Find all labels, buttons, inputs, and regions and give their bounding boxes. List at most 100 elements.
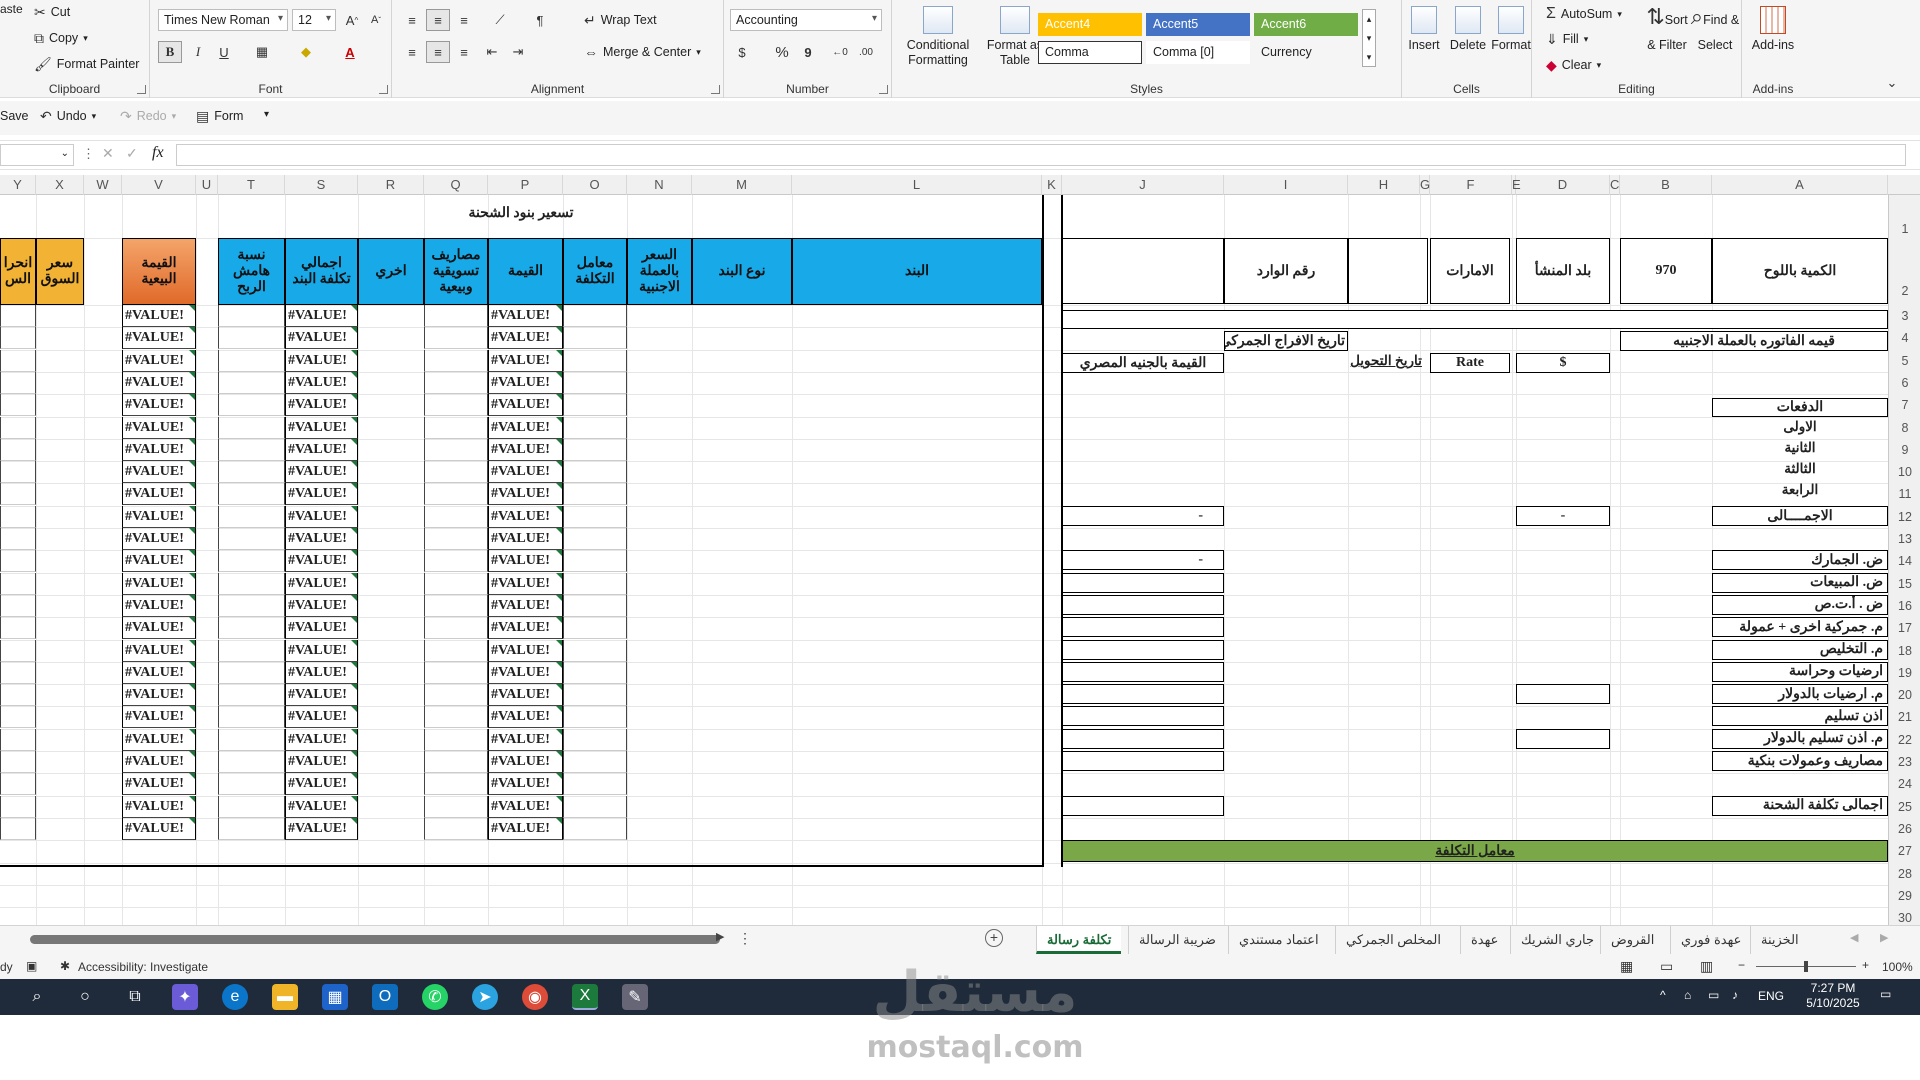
font-name-select[interactable]: Times New Roman xyxy=(158,9,288,31)
value-cell-v12[interactable]: #VALUE! xyxy=(122,505,196,528)
table-cell-t24[interactable] xyxy=(218,773,285,796)
value-cell-v13[interactable]: #VALUE! xyxy=(122,528,196,550)
tab-scroll-left-icon[interactable]: ◀ xyxy=(1850,931,1858,944)
column-header-l[interactable]: L xyxy=(792,175,1042,195)
value-cell-s17[interactable]: #VALUE! xyxy=(285,617,358,640)
cost-value-storage_usd[interactable] xyxy=(1062,684,1224,705)
table-cell-q24[interactable] xyxy=(424,773,488,796)
table-cell-o22[interactable] xyxy=(563,728,627,751)
cost-value-storage[interactable] xyxy=(1062,661,1224,682)
value-cell-s5[interactable]: #VALUE! xyxy=(285,349,358,372)
normal-view-icon[interactable]: ▦ xyxy=(1620,958,1633,975)
value-cell-p21[interactable]: #VALUE! xyxy=(488,706,563,729)
row-header-27[interactable]: 27 xyxy=(1889,840,1920,862)
format-painter-button[interactable]: 🖌 Format Painter xyxy=(34,57,139,71)
column-header-u[interactable]: U xyxy=(196,175,218,195)
paint-icon[interactable]: ✎ xyxy=(622,984,648,1010)
customize-qat-icon[interactable]: ▾ xyxy=(264,109,269,120)
scroll-right-icon[interactable]: ▶ xyxy=(716,930,724,943)
table-cell-o13[interactable] xyxy=(563,528,627,550)
zoom-in-icon[interactable]: + xyxy=(1862,958,1869,972)
table-cell-y23[interactable] xyxy=(0,751,36,773)
value-cell-v20[interactable]: #VALUE! xyxy=(122,684,196,707)
align-left-icon[interactable]: ≡ xyxy=(400,41,424,63)
value-cell-v10[interactable]: #VALUE! xyxy=(122,461,196,484)
cost-value-delivery[interactable] xyxy=(1062,706,1224,727)
cut-button[interactable]: ✂ Cut xyxy=(34,5,70,19)
value-cell-v23[interactable]: #VALUE! xyxy=(122,751,196,773)
value-cell-p26[interactable]: #VALUE! xyxy=(488,817,563,840)
cancel-icon[interactable]: ✕ xyxy=(102,145,114,162)
row-header-25[interactable]: 25 xyxy=(1889,796,1920,818)
value-cell-v15[interactable]: #VALUE! xyxy=(122,572,196,595)
table-cell-y19[interactable] xyxy=(0,661,36,684)
undo-button[interactable]: ↶ Undo ▾ xyxy=(40,109,96,123)
column-header-b[interactable]: B xyxy=(1620,175,1712,195)
fill-button[interactable]: ⇓ Fill ▾ xyxy=(1546,32,1588,46)
row-header-13[interactable]: 13 xyxy=(1889,528,1920,550)
value-cell-p22[interactable]: #VALUE! xyxy=(488,728,563,751)
sheet-tab-6[interactable]: اعتماد مستندي xyxy=(1228,926,1329,954)
table-cell-t26[interactable] xyxy=(218,817,285,840)
percent-format-button[interactable]: % xyxy=(770,41,794,63)
table-cell-q3[interactable] xyxy=(424,305,488,327)
value-cell-p20[interactable]: #VALUE! xyxy=(488,684,563,707)
table-cell-o8[interactable] xyxy=(563,416,627,439)
column-header-q[interactable]: Q xyxy=(424,175,488,195)
table-cell-y9[interactable] xyxy=(0,438,36,461)
align-bottom-icon[interactable]: ≡ xyxy=(452,9,476,31)
table-cell-q7[interactable] xyxy=(424,394,488,417)
orientation-icon[interactable]: ⟋ xyxy=(488,9,512,31)
table-cell-t20[interactable] xyxy=(218,684,285,707)
column-header-c[interactable]: C xyxy=(1610,175,1620,195)
row-header-21[interactable]: 21 xyxy=(1889,706,1920,728)
edge-icon[interactable]: e xyxy=(222,984,248,1010)
table-cell-o16[interactable] xyxy=(563,594,627,617)
column-header-t[interactable]: T xyxy=(218,175,285,195)
table-cell-o12[interactable] xyxy=(563,505,627,528)
value-cell-p12[interactable]: #VALUE! xyxy=(488,505,563,528)
row-header-24[interactable]: 24 xyxy=(1889,773,1920,795)
form-button[interactable]: ▤ Form xyxy=(196,109,243,123)
save-button[interactable]: Save xyxy=(0,109,29,123)
column-header-o[interactable]: O xyxy=(563,175,627,195)
value-cell-p19[interactable]: #VALUE! xyxy=(488,661,563,684)
table-cell-t12[interactable] xyxy=(218,505,285,528)
table-cell-t3[interactable] xyxy=(218,305,285,327)
value-cell-v14[interactable]: #VALUE! xyxy=(122,550,196,573)
value-cell-p16[interactable]: #VALUE! xyxy=(488,594,563,617)
table-cell-o20[interactable] xyxy=(563,684,627,707)
table-cell-t13[interactable] xyxy=(218,528,285,550)
table-cell-y15[interactable] xyxy=(0,572,36,595)
table-cell-o17[interactable] xyxy=(563,617,627,640)
value-cell-v8[interactable]: #VALUE! xyxy=(122,416,196,439)
cost-value-delivery_usd[interactable] xyxy=(1062,728,1224,749)
value-cell-s23[interactable]: #VALUE! xyxy=(285,751,358,773)
value-cell-p25[interactable]: #VALUE! xyxy=(488,795,563,818)
value-cell-s3[interactable]: #VALUE! xyxy=(285,305,358,327)
table-cell-t22[interactable] xyxy=(218,728,285,751)
cost-value-clearance[interactable] xyxy=(1062,639,1224,660)
table-cell-t16[interactable] xyxy=(218,594,285,617)
addins-button[interactable]: Add-ins xyxy=(1748,6,1798,53)
chrome-icon[interactable]: ◉ xyxy=(522,984,548,1010)
table-cell-t17[interactable] xyxy=(218,617,285,640)
value-cell-v4[interactable]: #VALUE! xyxy=(122,327,196,350)
row-header-6[interactable]: 6 xyxy=(1889,372,1920,394)
table-cell-t10[interactable] xyxy=(218,461,285,484)
table-cell-o18[interactable] xyxy=(563,639,627,662)
table-cell-o10[interactable] xyxy=(563,461,627,484)
sheet-tab-8[interactable]: تكلفة رسالة xyxy=(1036,926,1122,954)
table-cell-q10[interactable] xyxy=(424,461,488,484)
value-cell-p14[interactable]: #VALUE! xyxy=(488,550,563,573)
format-button[interactable]: Format xyxy=(1490,6,1532,53)
table-cell-o21[interactable] xyxy=(563,706,627,729)
style-accent5[interactable]: Accent5 xyxy=(1146,13,1250,36)
table-cell-y16[interactable] xyxy=(0,594,36,617)
value-cell-p17[interactable]: #VALUE! xyxy=(488,617,563,640)
row-header-4[interactable]: 4 xyxy=(1889,327,1920,349)
cost-usd-delivery_usd[interactable] xyxy=(1516,728,1610,749)
spreadsheet-grid[interactable]: تسعير بنود الشحنة انحرا الس سعر السوق القي… xyxy=(0,195,1888,925)
enter-icon[interactable]: ✓ xyxy=(126,145,138,162)
sheet-tab-2[interactable]: القروض xyxy=(1600,926,1664,954)
